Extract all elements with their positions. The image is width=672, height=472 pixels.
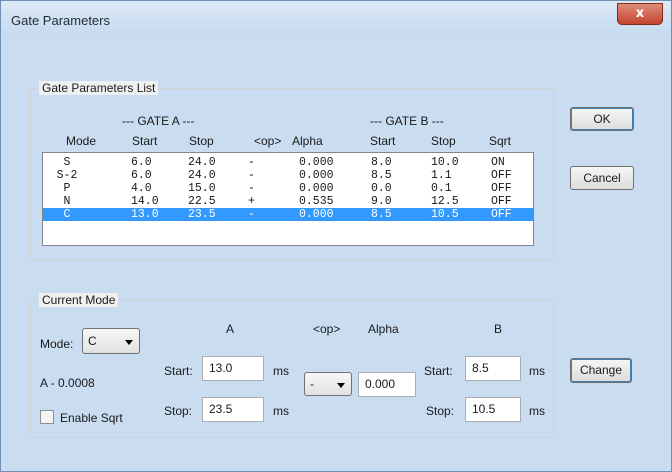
op-select[interactable]: -: [304, 372, 352, 396]
cell-op: -: [248, 182, 255, 195]
mode-select-value: C: [88, 334, 97, 348]
cell-sqrt: OFF: [491, 208, 512, 221]
a-stop-input[interactable]: 23.5: [202, 397, 264, 422]
list-row[interactable]: P 4.0 15.0 - 0.000 0.0 0.1 OFF: [43, 182, 533, 195]
cell-a-start: 14.0: [131, 195, 159, 208]
gate-parameters-list-title: Gate Parameters List: [39, 81, 159, 95]
column-header-sqrt: Sqrt: [489, 134, 512, 148]
cell-a-stop: 24.0: [188, 169, 216, 182]
cell-mode: P: [63, 182, 71, 195]
cell-b-start: 9.0: [371, 195, 392, 208]
cell-b-start: 8.5: [371, 169, 392, 182]
b-header: B: [494, 322, 503, 336]
cell-op: -: [248, 156, 255, 169]
cell-alpha: 0.000: [299, 208, 334, 221]
cell-a-start: 6.0: [131, 169, 152, 182]
list-row-selected[interactable]: C 13.0 23.5 - 0.000 8.5 10.5 OFF: [43, 208, 533, 221]
cell-sqrt: OFF: [491, 169, 512, 182]
list-row[interactable]: N 14.0 22.5 + 0.535 9.0 12.5 OFF: [43, 195, 533, 208]
cell-a-stop: 23.5: [188, 208, 216, 221]
cell-a-start: 4.0: [131, 182, 152, 195]
cell-b-stop: 1.1: [431, 169, 452, 182]
cancel-button[interactable]: Cancel: [570, 166, 634, 190]
mode-select[interactable]: C: [82, 328, 140, 354]
ok-button[interactable]: OK: [570, 107, 634, 131]
op-select-value: -: [310, 377, 314, 391]
gate-parameters-list[interactable]: S 6.0 24.0 - 0.000 8.0 10.0 ON S-2 6.0 2…: [42, 152, 534, 246]
alpha-input[interactable]: 0.000: [358, 372, 416, 397]
column-header-a-start: Start: [132, 134, 158, 148]
a-header: A: [226, 322, 235, 336]
a-start-label: Start:: [164, 364, 193, 378]
cell-alpha: 0.000: [299, 182, 334, 195]
column-header-alpha: Alpha: [292, 134, 323, 148]
cell-a-stop: 24.0: [188, 156, 216, 169]
cell-op: -: [248, 169, 255, 182]
cell-op: -: [248, 208, 255, 221]
chevron-down-icon: [125, 340, 133, 345]
cell-op: +: [248, 195, 255, 208]
window-title: Gate Parameters: [11, 13, 110, 28]
chevron-down-icon: [337, 383, 345, 388]
gate-b-header: --- GATE B ---: [370, 114, 444, 128]
column-header-b-stop: Stop: [431, 134, 456, 148]
cell-alpha: 0.000: [299, 156, 334, 169]
a-start-input[interactable]: 13.0: [202, 356, 264, 381]
cell-sqrt: OFF: [491, 195, 512, 208]
b-stop-input[interactable]: 10.5: [465, 397, 521, 422]
cell-a-stop: 22.5: [188, 195, 216, 208]
cell-b-stop: 10.5: [431, 208, 459, 221]
a-stop-label: Stop:: [164, 404, 193, 418]
enable-sqrt-checkbox[interactable]: [40, 410, 54, 424]
column-header-a-stop: Stop: [189, 134, 214, 148]
column-header-b-start: Start: [370, 134, 396, 148]
close-button[interactable]: x: [617, 3, 663, 25]
cell-a-stop: 15.0: [188, 182, 216, 195]
column-header-op: <op>: [254, 134, 282, 148]
list-row[interactable]: S-2 6.0 24.0 - 0.000 8.5 1.1 OFF: [43, 169, 533, 182]
cell-a-start: 6.0: [131, 156, 152, 169]
cell-b-start: 0.0: [371, 182, 392, 195]
cell-alpha: 0.535: [299, 195, 334, 208]
cell-alpha: 0.000: [299, 169, 334, 182]
cell-b-stop: 0.1: [431, 182, 452, 195]
alpha-header: Alpha: [368, 322, 399, 336]
cell-b-start: 8.0: [371, 156, 392, 169]
list-row[interactable]: S 6.0 24.0 - 0.000 8.0 10.0 ON: [43, 156, 533, 169]
cell-mode: S: [63, 156, 71, 169]
b-start-unit: ms: [529, 364, 545, 378]
b-start-input[interactable]: 8.5: [465, 356, 521, 381]
info-text: A - 0.0008: [40, 376, 95, 390]
op-header: <op>: [313, 322, 341, 336]
cell-sqrt: OFF: [491, 182, 512, 195]
b-stop-unit: ms: [529, 404, 545, 418]
cell-mode: S-2: [56, 169, 78, 182]
cell-b-stop: 12.5: [431, 195, 459, 208]
cell-mode: C: [63, 208, 71, 221]
current-mode-title: Current Mode: [39, 293, 119, 307]
mode-label: Mode:: [40, 337, 74, 351]
cell-mode: N: [63, 195, 71, 208]
b-start-label: Start:: [424, 364, 453, 378]
cell-b-start: 8.5: [371, 208, 392, 221]
title-bar[interactable]: Gate Parameters x: [1, 1, 671, 37]
cell-b-stop: 10.0: [431, 156, 459, 169]
gate-a-header: --- GATE A ---: [122, 114, 195, 128]
enable-sqrt-label: Enable Sqrt: [60, 411, 123, 425]
a-stop-unit: ms: [273, 404, 289, 418]
column-header-mode: Mode: [66, 134, 97, 148]
a-start-unit: ms: [273, 364, 289, 378]
cell-a-start: 13.0: [131, 208, 159, 221]
change-button[interactable]: Change: [570, 358, 632, 383]
b-stop-label: Stop:: [426, 404, 455, 418]
cell-sqrt: ON: [491, 156, 505, 169]
